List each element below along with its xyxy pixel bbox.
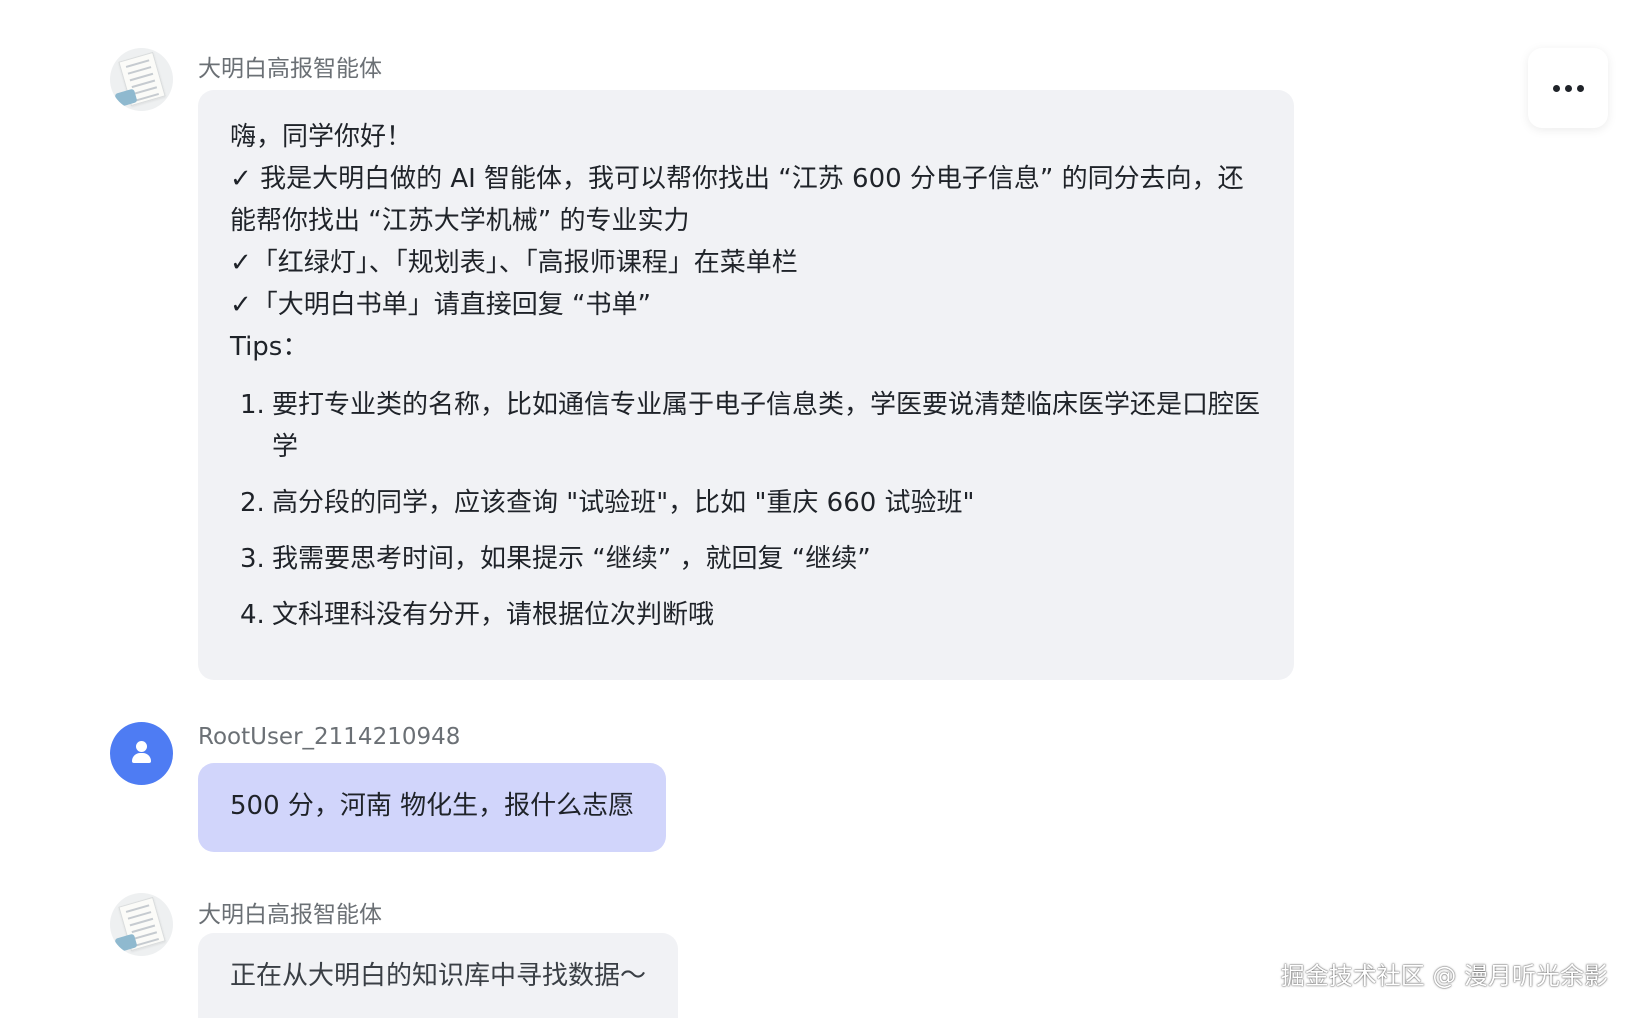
list-text: 要打专业类的名称，比如通信专业属于电子信息类，学医要说清楚临床医学还是口腔医学 <box>272 390 1261 462</box>
bot-message-bubble: 正在从大明白的知识库中寻找数据～ <box>198 933 679 1018</box>
list-item: 3. 我需要思考时间，如果提示 “继续” ，就回复 “继续” <box>230 538 1262 580</box>
feature-line-2: ✓「红绿灯」、「规划表」、「高报师课程」在菜单栏 <box>230 242 1262 284</box>
sender-name: RootUser_2114210948 <box>198 724 461 750</box>
list-text: 我需要思考时间，如果提示 “继续” ，就回复 “继续” <box>272 544 871 574</box>
check-icon: ✓ <box>230 248 252 278</box>
more-horizontal-icon <box>1552 84 1560 92</box>
user-icon <box>136 741 147 752</box>
check-icon: ✓ <box>230 164 252 194</box>
watermark: 掘金技术社区 @ 漫月听光余影 <box>1280 962 1608 990</box>
chat-page: 大明白高报智能体 嗨，同学你好！ ✓ 我是大明白做的 AI 智能体，我可以帮你找… <box>0 0 1630 1018</box>
tips-label: Tips： <box>230 332 309 362</box>
feature-line-3: ✓「大明白书单」请直接回复 “书单” <box>230 284 1262 326</box>
feature-text: 「大明白书单」请直接回复 “书单” <box>251 290 652 320</box>
tips-list: 1. 要打专业类的名称，比如通信专业属于电子信息类，学医要说清楚临床医学还是口腔医… <box>230 384 1262 636</box>
message-text: 500 分，河南 物化生，报什么志愿 <box>230 791 635 821</box>
list-number: 4. <box>240 600 265 630</box>
bot-message-bubble: 嗨，同学你好！ ✓ 我是大明白做的 AI 智能体，我可以帮你找出 “江苏 600… <box>198 90 1294 680</box>
user-message-bubble: 500 分，河南 物化生，报什么志愿 <box>198 763 667 852</box>
list-item: 4. 文科理科没有分开，请根据位次判断哦 <box>230 594 1262 636</box>
bot-avatar[interactable] <box>110 48 173 111</box>
list-text: 高分段的同学，应该查询 "试验班"，比如 "重庆 660 试验班" <box>272 488 975 518</box>
list-number: 2. <box>240 488 265 518</box>
user-avatar[interactable] <box>110 722 173 785</box>
list-text: 文科理科没有分开，请根据位次判断哦 <box>272 600 715 630</box>
list-item: 2. 高分段的同学，应该查询 "试验班"，比如 "重庆 660 试验班" <box>230 482 1262 524</box>
message-text: 正在从大明白的知识库中寻找数据～ <box>230 961 647 991</box>
feature-line-1: ✓ 我是大明白做的 AI 智能体，我可以帮你找出 “江苏 600 分电子信息” … <box>230 158 1262 242</box>
sender-name: 大明白高报智能体 <box>198 902 382 928</box>
greeting-text: 嗨，同学你好！ <box>230 122 413 152</box>
bot-avatar[interactable] <box>110 893 173 956</box>
check-icon: ✓ <box>230 290 252 320</box>
feature-text: 我是大明白做的 AI 智能体，我可以帮你找出 “江苏 600 分电子信息” 的同… <box>230 164 1244 236</box>
feature-text: 「红绿灯」、「规划表」、「高报师课程」在菜单栏 <box>251 248 798 278</box>
list-number: 1. <box>240 390 265 420</box>
sender-name: 大明白高报智能体 <box>198 56 382 82</box>
list-item: 1. 要打专业类的名称，比如通信专业属于电子信息类，学医要说清楚临床医学还是口腔医… <box>230 384 1262 468</box>
more-options-button[interactable] <box>1528 48 1608 128</box>
list-number: 3. <box>240 544 265 574</box>
